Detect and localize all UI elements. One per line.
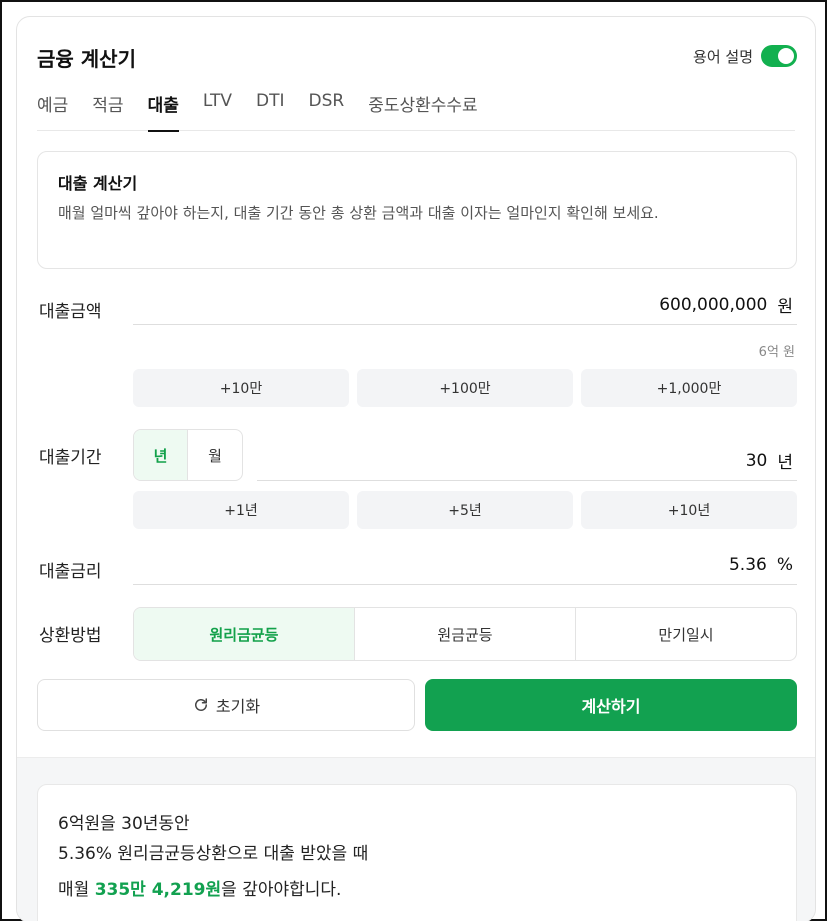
loan-period-label: 대출기간 [39,448,102,468]
result-area: 6억원을 30년동안 5.36% 원리금균등상환으로 대출 받았을 때 매월 3… [17,757,815,921]
toggle-switch[interactable] [761,45,797,67]
info-description: 매월 얼마씩 갚아야 하는지, 대출 기간 동안 총 상환 금액과 대출 이자는… [58,204,659,222]
tab-loan[interactable]: 대출 [147,87,180,132]
repayment-method-label: 상환방법 [39,626,102,646]
add-1m-button[interactable]: +100만 [357,369,573,407]
period-unit-selector: 년 월 [133,429,243,481]
tab-prepayment-fee[interactable]: 중도상환수수료 [368,87,477,131]
tab-dsr[interactable]: DSR [309,87,345,131]
calculator-card: 금융 계산기 용어 설명 예금 적금 대출 LTV DTI DSR 중도상환수수… [16,16,816,921]
calculator-tabs: 예금 적금 대출 LTV DTI DSR 중도상환수수료 [37,87,795,132]
result-box: 6억원을 30년동안 5.36% 원리금균등상환으로 대출 받았을 때 매월 3… [37,784,797,921]
reset-button[interactable]: 초기화 [37,679,415,731]
page-title: 금융 계산기 [37,47,136,71]
tab-savings[interactable]: 적금 [92,87,123,131]
period-unit-month[interactable]: 월 [188,430,242,480]
repayment-equal-payment[interactable]: 원리금균등 [134,608,355,660]
loan-period-value: 30 [745,450,768,471]
term-toggle-label: 용어 설명 [693,47,753,66]
loan-period-chips: +1년 +5년 +10년 [133,491,797,529]
add-100k-button[interactable]: +10만 [133,369,349,407]
repayment-equal-principal[interactable]: 원금균등 [355,608,576,660]
interest-rate-value: 5.36 [728,554,767,575]
add-10m-button[interactable]: +1,000만 [581,369,797,407]
tab-ltv[interactable]: LTV [203,87,232,131]
calculate-button[interactable]: 계산하기 [425,679,797,731]
info-box: 대출 계산기 매월 얼마씩 갚아야 하는지, 대출 기간 동안 총 상환 금액과… [37,151,797,269]
tab-deposit[interactable]: 예금 [37,87,68,131]
monthly-payment-amount: 335만 4,219원 [94,880,222,900]
loan-amount-hint: 6억 원 [758,345,795,360]
repayment-method-selector: 원리금균등 원금균등 만기일시 [133,607,797,661]
result-line-1: 6억원을 30년동안 [58,814,190,834]
loan-amount-value: 600,000,000 [659,294,768,315]
result-suffix: 을 갚아야합니다. [221,880,342,900]
interest-rate-input[interactable]: 5.36 % [133,545,797,585]
result-line-3: 매월 335만 4,219원을 갚아야합니다. [58,875,776,905]
loan-amount-label: 대출금액 [39,302,102,322]
loan-period-unit: 년 [777,453,793,473]
loan-amount-chips: +10만 +100만 +1,000만 [133,369,797,407]
result-line-2: 5.36% 원리금균등상환으로 대출 받았을 때 [58,844,369,864]
tab-dti[interactable]: DTI [256,87,285,131]
interest-rate-label: 대출금리 [39,562,102,582]
reset-label: 초기화 [215,697,261,716]
loan-period-input[interactable]: 30 년 [257,441,797,481]
add-5-years-button[interactable]: +5년 [357,491,573,529]
result-prefix: 매월 [58,880,95,900]
interest-rate-unit: % [776,554,793,575]
repayment-bullet[interactable]: 만기일시 [576,608,796,660]
period-unit-year[interactable]: 년 [134,430,188,480]
window-frame: 금융 계산기 용어 설명 예금 적금 대출 LTV DTI DSR 중도상환수수… [0,0,827,921]
info-title: 대출 계산기 [58,174,138,193]
add-10-years-button[interactable]: +10년 [581,491,797,529]
loan-amount-input[interactable]: 600,000,000 원 [133,285,797,325]
refresh-icon [194,698,207,711]
add-1-year-button[interactable]: +1년 [133,491,349,529]
term-explanation-toggle[interactable]: 용어 설명 [693,45,797,67]
loan-amount-unit: 원 [777,297,793,317]
